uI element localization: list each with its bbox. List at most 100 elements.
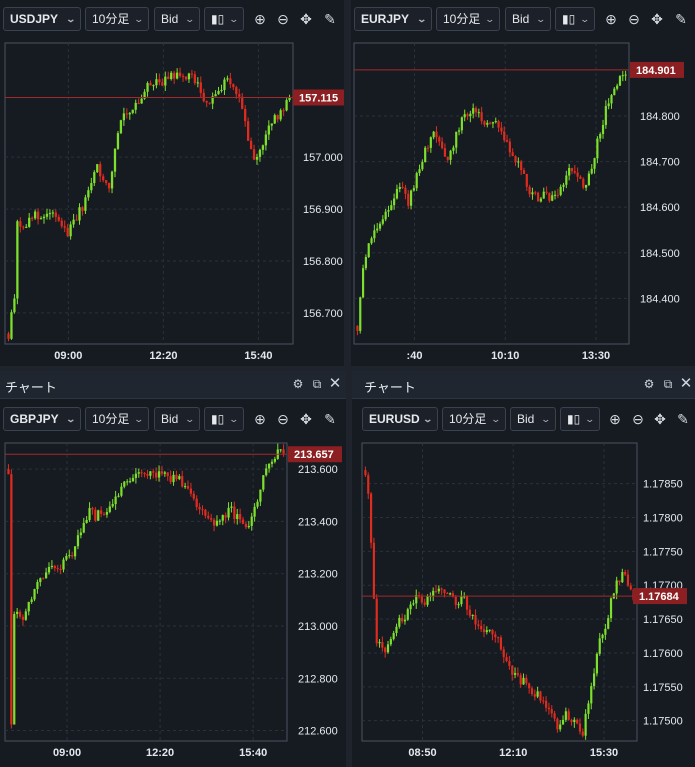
draw-icon[interactable]: ✎ — [320, 7, 340, 31]
gear-icon[interactable]: ⚙ — [290, 376, 306, 392]
candle-body — [621, 572, 624, 583]
candlestick-chart[interactable]: 213.600 213.400 213.200 213.000 212.800 212.6… — [0, 441, 346, 767]
candle-body — [217, 90, 220, 95]
candle-body — [282, 449, 285, 454]
candle-body — [356, 325, 359, 331]
candle-body — [446, 592, 449, 594]
candle-body — [189, 488, 193, 494]
close-icon[interactable]: ✕ — [678, 376, 694, 392]
candle-body — [226, 78, 229, 80]
draw-icon[interactable]: ✎ — [673, 407, 693, 431]
gear-icon[interactable]: ⚙ — [641, 376, 657, 392]
candle-body — [522, 677, 525, 685]
candle-body — [516, 673, 519, 676]
zoom-in-icon[interactable]: ⊕ — [601, 7, 621, 31]
candle-body — [491, 629, 494, 635]
candle-body — [398, 186, 401, 189]
candle-body — [530, 688, 534, 695]
candle-body — [542, 700, 545, 702]
candle-body — [93, 172, 96, 184]
candle-body — [57, 216, 60, 221]
timeframe-select[interactable]: 10分足 ⌄ — [436, 7, 500, 31]
candle-body — [155, 79, 158, 86]
candle-body — [78, 207, 81, 221]
candle-body — [87, 190, 90, 198]
candle-body — [432, 590, 435, 596]
zoom-in-icon[interactable]: ⊕ — [250, 7, 270, 31]
price-type-select[interactable]: Bid ⌄ — [154, 7, 200, 31]
popout-icon[interactable]: ⧉ — [309, 376, 325, 392]
candle-body — [30, 599, 33, 603]
chart-type-select[interactable]: ▮▯ ⌄ — [204, 7, 244, 31]
zoom-out-icon[interactable]: ⊖ — [624, 7, 644, 31]
candle-body — [434, 590, 438, 592]
candlestick-chart[interactable]: 157.000 156.900 156.800 156.700 09:00 12:20 15… — [0, 40, 344, 366]
candlestick-chart[interactable]: 184.800 184.700 184.600 184.500 184.400:40 10… — [351, 40, 695, 366]
candlestick-chart[interactable]: 1.178501.178001.177501.177001.176501.176… — [352, 441, 695, 767]
timeframe-select[interactable]: 10分足 ⌄ — [442, 407, 506, 431]
symbol-select[interactable]: EURUSD ⌄ — [362, 407, 438, 431]
timeframe-select[interactable]: 10分足 ⌄ — [85, 7, 149, 31]
timeframe-select[interactable]: 10分足 ⌄ — [85, 407, 149, 431]
price-label: 184.901 — [636, 65, 676, 77]
zoom-out-icon[interactable]: ⊖ — [273, 407, 293, 431]
candle-body — [105, 511, 109, 515]
candle-body — [140, 472, 143, 474]
candle-body — [265, 468, 268, 476]
candle-body — [186, 486, 190, 489]
chart-type-select[interactable]: ▮▯ ⌄ — [204, 407, 244, 431]
symbol-select[interactable]: GBPJPY ⌄ — [3, 407, 81, 431]
symbol-select[interactable]: USDJPY ⌄ — [3, 7, 81, 31]
candle-body — [579, 176, 582, 179]
zoom-in-icon[interactable]: ⊕ — [250, 407, 270, 431]
candle-body — [466, 114, 469, 117]
popout-icon[interactable]: ⧉ — [660, 376, 676, 392]
candle-body — [54, 212, 57, 217]
close-icon[interactable]: ✕ — [327, 376, 343, 392]
zoom-in-icon[interactable]: ⊕ — [605, 407, 625, 431]
candle-body — [489, 122, 492, 124]
candle-body — [449, 150, 452, 160]
chart-type-select[interactable]: ▮▯ ⌄ — [555, 7, 595, 31]
candle-body — [390, 205, 393, 211]
candle-body — [72, 219, 75, 225]
candle-body — [511, 152, 514, 157]
candle-body — [161, 82, 164, 86]
candlestick-icon: ▮▯ — [562, 12, 576, 26]
draw-icon[interactable]: ✎ — [320, 407, 340, 431]
candle-body — [545, 700, 548, 708]
y-tick-label: 157.000 — [303, 152, 343, 164]
chart-type-select[interactable]: ▮▯ ⌄ — [560, 407, 600, 431]
candle-body — [539, 198, 543, 202]
zoom-out-icon[interactable]: ⊖ — [628, 407, 648, 431]
candle-body — [259, 489, 262, 502]
x-tick-label: 15:40 — [244, 350, 272, 362]
candle-body — [65, 555, 68, 560]
candle-body — [508, 141, 511, 153]
price-type-select[interactable]: Bid ⌄ — [505, 7, 551, 31]
candle-body — [273, 115, 276, 124]
candle-body — [542, 191, 545, 199]
draw-icon[interactable]: ✎ — [671, 7, 691, 31]
price-type-select[interactable]: Bid ⌄ — [510, 407, 556, 431]
candle-body — [56, 568, 59, 570]
symbol-select[interactable]: EURJPY ⌄ — [354, 7, 432, 31]
candle-body — [449, 593, 452, 595]
move-icon[interactable]: ✥ — [296, 7, 316, 31]
candle-body — [120, 486, 123, 496]
y-tick-label: 1.17650 — [643, 614, 683, 626]
candle-body — [114, 496, 117, 505]
candle-body — [477, 112, 480, 114]
candle-body — [381, 219, 384, 224]
candle-body — [48, 213, 52, 215]
candle-body — [111, 504, 114, 507]
candle-body — [88, 508, 91, 520]
price-type-select[interactable]: Bid ⌄ — [154, 407, 200, 431]
candle-body — [406, 609, 409, 620]
move-icon[interactable]: ✥ — [647, 7, 667, 31]
move-icon[interactable]: ✥ — [296, 407, 316, 431]
candle-body — [426, 596, 429, 605]
move-icon[interactable]: ✥ — [650, 407, 670, 431]
zoom-out-icon[interactable]: ⊖ — [273, 7, 293, 31]
price-label: 213.657 — [294, 449, 334, 461]
